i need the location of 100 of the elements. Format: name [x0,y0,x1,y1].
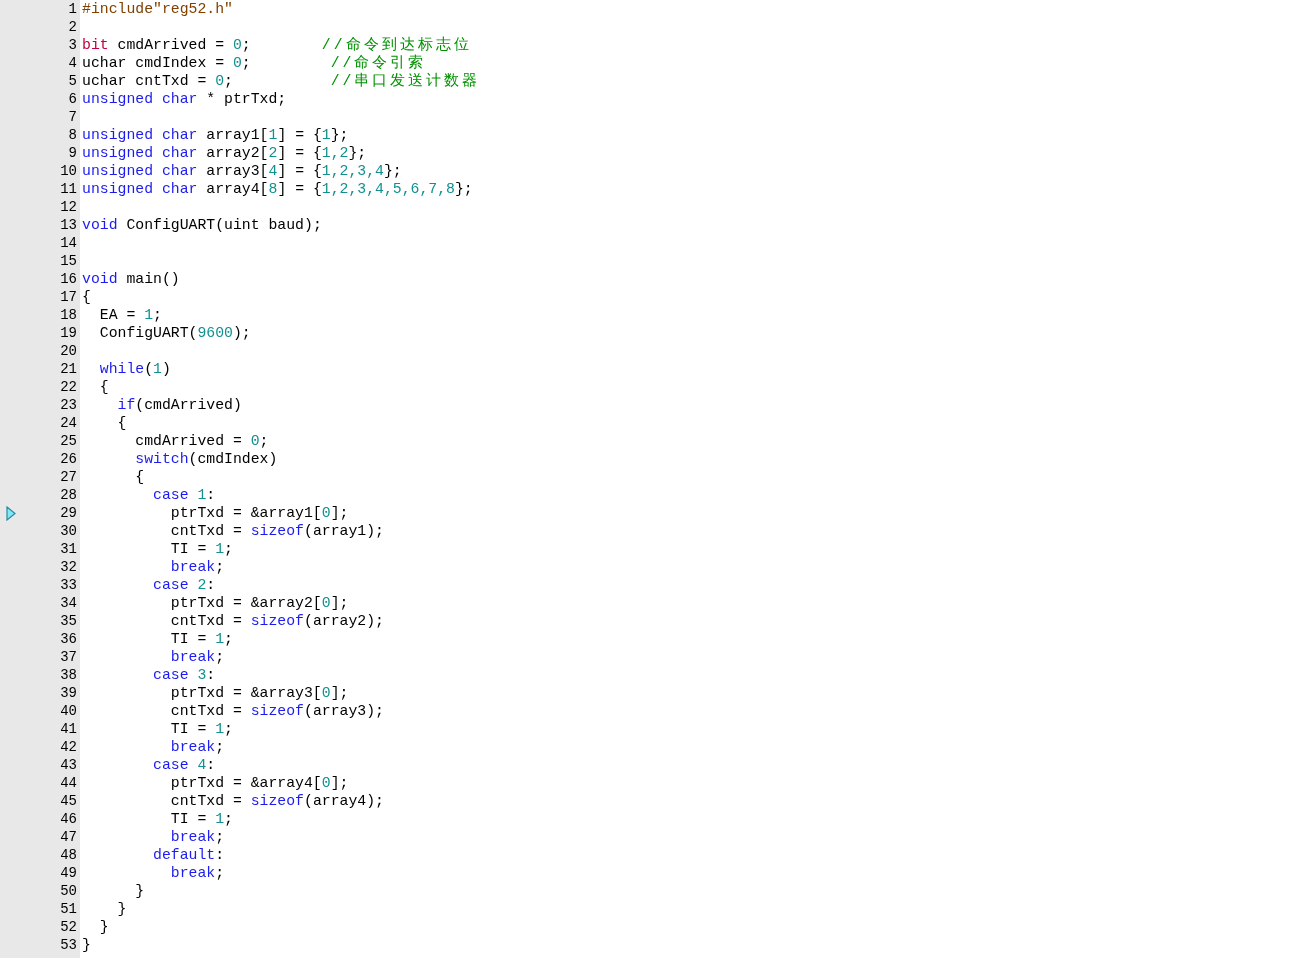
code-line: unsigned char array1[1] = {1}; [82,126,349,144]
code-line: EA = 1; [98,306,162,324]
code-line: unsigned char * ptrTxd; [82,90,287,108]
line-number: 26 [59,450,78,468]
code-line: unsigned char array2[2] = {1,2}; [82,144,367,162]
line-number: 23 [59,396,78,414]
code-line: { [98,378,109,396]
code-line: break; [169,738,225,756]
code-line: cmdArrived = 0; [134,432,269,450]
line-number: 48 [59,846,78,864]
code-line: cntTxd = sizeof(array1); [169,522,384,540]
line-number: 22 [59,378,78,396]
line-number: 19 [59,324,78,342]
line-number: 6 [67,90,78,108]
line-number: 44 [59,774,78,792]
code-line: case 4: [152,756,216,774]
line-number: 2 [67,18,78,36]
line-number: 3 [67,36,78,54]
code-line: { [116,414,127,432]
code-line: break; [169,864,225,882]
code-line: } [98,918,109,936]
code-line: TI = 1; [169,810,233,828]
line-number: 40 [59,702,78,720]
code-line: } [116,900,127,918]
code-line: break; [169,558,225,576]
line-number: 42 [59,738,78,756]
line-number: 4 [67,54,78,72]
line-number: 33 [59,576,78,594]
line-number: 25 [59,432,78,450]
code-line: { [134,468,145,486]
code-line: ptrTxd = &array3[0]; [169,684,349,702]
code-line: case 1: [152,486,216,504]
code-line: default: [152,846,225,864]
line-number: 9 [67,144,78,162]
code-line: cntTxd = sizeof(array2); [169,612,384,630]
line-number: 52 [59,918,78,936]
line-number: 32 [59,558,78,576]
line-number: 24 [59,414,78,432]
line-number: 18 [59,306,78,324]
code-line: break; [169,648,225,666]
line-number: 31 [59,540,78,558]
code-line: if(cmdArrived) [116,396,242,414]
line-number: 49 [59,864,78,882]
code-line: break; [169,828,225,846]
code-line: TI = 1; [169,630,233,648]
code-line: case 2: [152,576,216,594]
line-number: 1 [67,0,78,18]
code-line: void main() [82,270,180,288]
line-number: 43 [59,756,78,774]
code-line: unsigned char array4[8] = {1,2,3,4,5,6,7,8}; [82,180,473,198]
line-number: 7 [67,108,78,126]
line-number: 53 [59,936,78,954]
line-number: 30 [59,522,78,540]
code-line: bit cmdArrived = 0; //命令到达标志位 [82,36,472,54]
line-number: 50 [59,882,78,900]
line-number: 17 [59,288,78,306]
line-number: 15 [59,252,78,270]
line-number: 46 [59,810,78,828]
code-line: } [134,882,145,900]
code-line: cntTxd = sizeof(array4); [169,792,384,810]
line-number: 36 [59,630,78,648]
code-line: { [82,288,91,306]
line-number: 12 [59,198,78,216]
line-number: 16 [59,270,78,288]
line-number: 27 [59,468,78,486]
line-number: 51 [59,900,78,918]
line-number: 45 [59,792,78,810]
line-number: 35 [59,612,78,630]
line-number: 13 [59,216,78,234]
code-line: } [82,936,91,954]
line-number: 20 [59,342,78,360]
line-number: 37 [59,648,78,666]
code-line: uchar cntTxd = 0; //串口发送计数器 [82,72,481,90]
line-number: 21 [59,360,78,378]
line-number: 47 [59,828,78,846]
line-number: 34 [59,594,78,612]
code-line: uchar cmdIndex = 0; //命令引索 [82,54,427,72]
code-line: ptrTxd = &array2[0]; [169,594,349,612]
code-line: unsigned char array3[4] = {1,2,3,4}; [82,162,402,180]
line-number: 5 [67,72,78,90]
code-line: void ConfigUART(uint baud); [82,216,322,234]
code-line: ConfigUART(9600); [98,324,251,342]
line-number: 8 [67,126,78,144]
line-number: 29 [59,504,78,522]
code-line: case 3: [152,666,216,684]
code-line: ptrTxd = &array4[0]; [169,774,349,792]
line-number: 11 [59,180,78,198]
code-line: TI = 1; [169,720,233,738]
line-number: 28 [59,486,78,504]
line-number: 39 [59,684,78,702]
line-number: 38 [59,666,78,684]
code-line: #include"reg52.h" [82,0,233,18]
code-line: while(1) [98,360,171,378]
code-line: switch(cmdIndex) [134,450,278,468]
code-line: ptrTxd = &array1[0]; [169,504,349,522]
line-number: 10 [59,162,78,180]
line-number: 41 [59,720,78,738]
line-number: 14 [59,234,78,252]
code-line: TI = 1; [169,540,233,558]
code-line: cntTxd = sizeof(array3); [169,702,384,720]
